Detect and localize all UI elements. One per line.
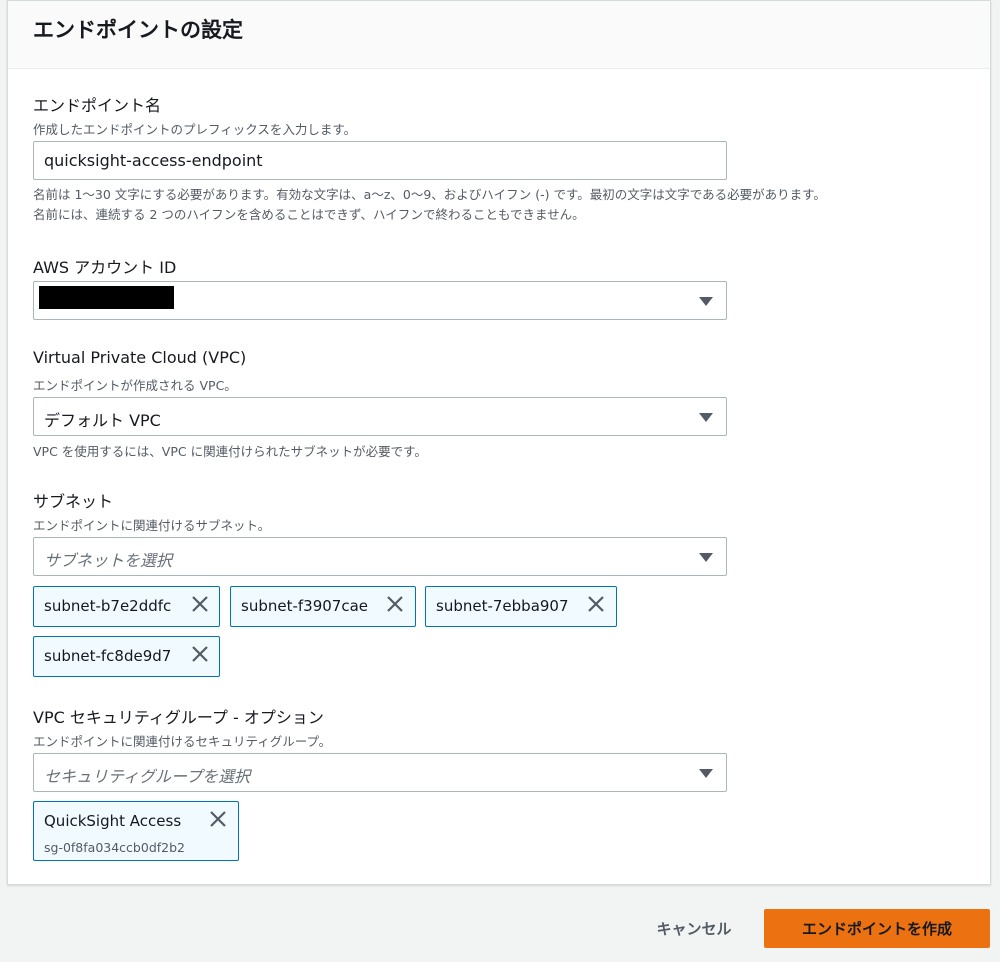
caret-down-icon	[699, 413, 713, 422]
panel-header: エンドポイントの設定	[8, 1, 990, 69]
security-group-description: エンドポイントに関連付けるセキュリティグループ。	[33, 734, 332, 749]
caret-down-icon	[699, 297, 713, 306]
endpoint-name-value: quicksight-access-endpoint	[44, 151, 263, 170]
close-icon[interactable]	[585, 593, 607, 615]
subnet-token: subnet-7ebba907	[425, 586, 617, 627]
vpc-hint: VPC を使用するには、VPC に関連付けられたサブネットが必要です。	[33, 444, 427, 459]
subnet-token-label: subnet-b7e2ddfc	[44, 597, 172, 615]
close-icon[interactable]	[384, 593, 406, 615]
subnet-description: エンドポイントに関連付けるサブネット。	[33, 518, 271, 533]
security-group-placeholder: セキュリティグループを選択	[44, 767, 251, 786]
close-icon[interactable]	[207, 808, 229, 830]
panel-title: エンドポイントの設定	[33, 18, 243, 42]
close-icon[interactable]	[189, 643, 211, 665]
subnet-token: subnet-f3907cae	[230, 586, 416, 627]
security-group-token-name: QuickSight Access	[44, 812, 182, 830]
endpoint-name-label: エンドポイント名	[33, 96, 162, 115]
subnet-token-label: subnet-f3907cae	[241, 597, 368, 615]
vpc-label: Virtual Private Cloud (VPC)	[33, 348, 247, 367]
subnet-token: subnet-b7e2ddfc	[33, 586, 220, 627]
endpoint-settings-panel: エンドポイントの設定 エンドポイント名 作成したエンドポイントのプレフィックスを…	[7, 0, 991, 885]
endpoint-name-input[interactable]: quicksight-access-endpoint	[33, 141, 727, 180]
security-group-label: VPC セキュリティグループ - オプション	[33, 708, 324, 727]
subnet-token-label: subnet-fc8de9d7	[44, 647, 172, 665]
subnet-select[interactable]: サブネットを選択	[33, 537, 727, 576]
subnet-token: subnet-fc8de9d7	[33, 636, 220, 677]
subnet-placeholder: サブネットを選択	[44, 551, 173, 570]
create-endpoint-button[interactable]: エンドポイントを作成	[764, 909, 990, 948]
vpc-selected-value: デフォルト VPC	[44, 411, 161, 430]
account-id-label: AWS アカウント ID	[33, 258, 177, 277]
account-id-select[interactable]	[33, 281, 727, 320]
security-group-token: QuickSight Access sg-0f8fa034ccb0df2b2	[33, 801, 239, 861]
caret-down-icon	[699, 553, 713, 562]
vpc-description: エンドポイントが作成される VPC。	[33, 378, 237, 393]
redacted-account-id	[39, 286, 174, 309]
subnet-label: サブネット	[33, 492, 114, 511]
cancel-button[interactable]: キャンセル	[637, 909, 751, 947]
endpoint-name-hint-1: 名前は 1〜30 文字にする必要があります。有効な文字は、a〜z、0〜9、および…	[33, 187, 826, 202]
security-group-select[interactable]: セキュリティグループを選択	[33, 753, 727, 792]
caret-down-icon	[699, 769, 713, 778]
subnet-token-label: subnet-7ebba907	[436, 597, 569, 615]
vpc-select[interactable]: デフォルト VPC	[33, 397, 727, 436]
endpoint-name-hint-2: 名前には、連続する 2 つのハイフンを含めることはできず、ハイフンで終わることも…	[33, 207, 585, 222]
endpoint-name-description: 作成したエンドポイントのプレフィックスを入力します。	[33, 122, 357, 137]
security-group-token-id: sg-0f8fa034ccb0df2b2	[44, 840, 185, 855]
close-icon[interactable]	[189, 593, 211, 615]
